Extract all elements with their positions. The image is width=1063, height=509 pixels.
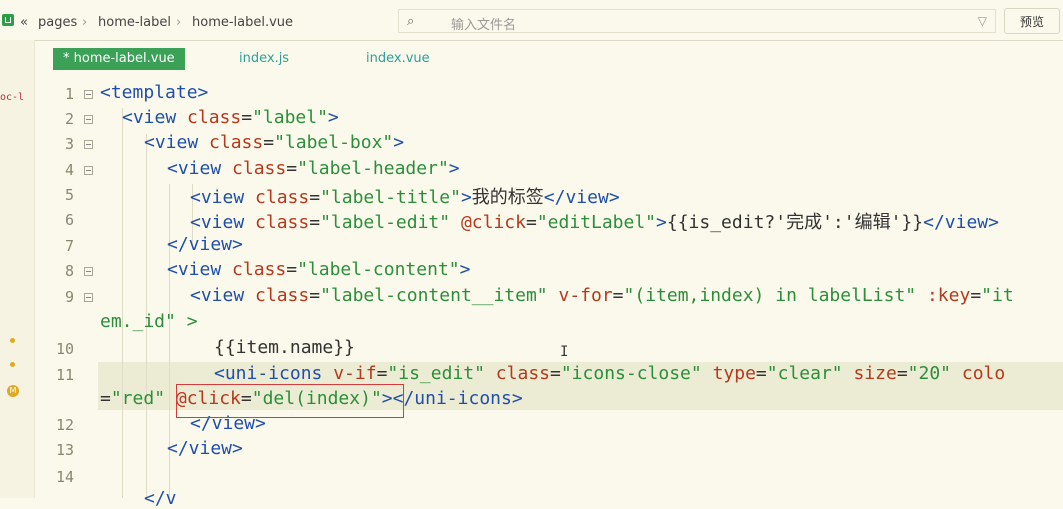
left-gutter: oc-l M	[0, 40, 35, 498]
file-search-box[interactable]: ⌕ 输入文件名 ▽	[398, 9, 996, 33]
fold-toggle-icon[interactable]	[84, 140, 93, 149]
line-number: 11	[55, 366, 74, 384]
top-toolbar: « pages › home-label › home-label.vue ⌕ …	[0, 0, 1063, 41]
code-line-1: <template>	[100, 82, 209, 103]
line-number: 8	[64, 262, 74, 280]
line-number: 7	[64, 237, 74, 255]
code-line-9-wrap: em._id" >	[100, 311, 198, 332]
tab-index-js[interactable]: index.js	[239, 48, 289, 70]
marker-dot-icon	[10, 362, 15, 367]
marker-dot-icon	[10, 338, 15, 343]
modified-badge-icon: M	[7, 385, 19, 397]
code-line-10: {{item.name}}	[214, 337, 355, 358]
line-number: 1	[64, 85, 74, 103]
code-line-2: <view class="label">	[122, 107, 339, 128]
breadcrumb-separator-icon: ›	[176, 14, 182, 30]
side-label: oc-l	[0, 92, 25, 103]
code-line-11: <uni-icons v-if="is_edit" class="icons-c…	[214, 363, 1006, 384]
text-cursor-icon: I	[560, 344, 569, 360]
indent-guide	[122, 108, 123, 498]
editor-tabs: * home-label.vue index.js index.vue	[36, 40, 1063, 78]
line-number: 4	[64, 161, 74, 179]
code-line-6: <view class="label-edit" @click="editLab…	[190, 212, 999, 233]
fold-toggle-icon[interactable]	[84, 166, 93, 175]
code-line-9: <view class="label-content__item" v-for=…	[190, 285, 1014, 306]
annotation-highlight-box	[176, 384, 404, 418]
tab-home-label-vue[interactable]: * home-label.vue	[53, 48, 185, 70]
breadcrumb-back-icon[interactable]: «	[20, 13, 28, 31]
line-number: 14	[55, 468, 74, 486]
tab-index-vue[interactable]: index.vue	[366, 48, 430, 70]
breadcrumb-item-home-label[interactable]: home-label	[98, 13, 171, 31]
line-number: 13	[55, 441, 74, 459]
file-search-icon[interactable]: ⌕	[407, 14, 414, 29]
breadcrumb-item-pages[interactable]: pages	[38, 13, 77, 31]
code-line-8: <view class="label-content">	[167, 259, 471, 280]
code-line-5: <view class="label-title">我的标签</view>	[190, 187, 620, 208]
code-line-13: </view>	[167, 438, 243, 459]
preview-button[interactable]: 预览	[1004, 8, 1060, 34]
code-editor[interactable]: 1 2 3 4 5 6 7 8 9 10 11 12 13 14 <templa…	[36, 80, 1063, 509]
code-line-4: <view class="label-header">	[167, 158, 460, 179]
fold-toggle-icon[interactable]	[84, 90, 93, 99]
line-number: 2	[64, 110, 74, 128]
code-line-3: <view class="label-box">	[144, 132, 405, 153]
line-number: 10	[55, 340, 74, 358]
search-placeholder: 输入文件名	[451, 18, 517, 33]
code-line-7: </view>	[167, 234, 243, 255]
line-number: 12	[55, 416, 74, 434]
fold-toggle-icon[interactable]	[84, 115, 93, 124]
code-line-15-partial: </v	[144, 488, 177, 509]
line-number: 9	[64, 288, 74, 306]
line-number: 5	[64, 186, 74, 204]
breadcrumb-separator-icon: ›	[82, 14, 88, 30]
project-icon[interactable]	[2, 14, 14, 26]
fold-toggle-icon[interactable]	[84, 293, 93, 302]
fold-toggle-icon[interactable]	[84, 267, 93, 276]
breadcrumb-item-file[interactable]: home-label.vue	[192, 13, 293, 31]
line-number: 6	[64, 211, 74, 229]
line-number: 3	[64, 135, 74, 153]
filter-icon[interactable]: ▽	[978, 14, 987, 28]
